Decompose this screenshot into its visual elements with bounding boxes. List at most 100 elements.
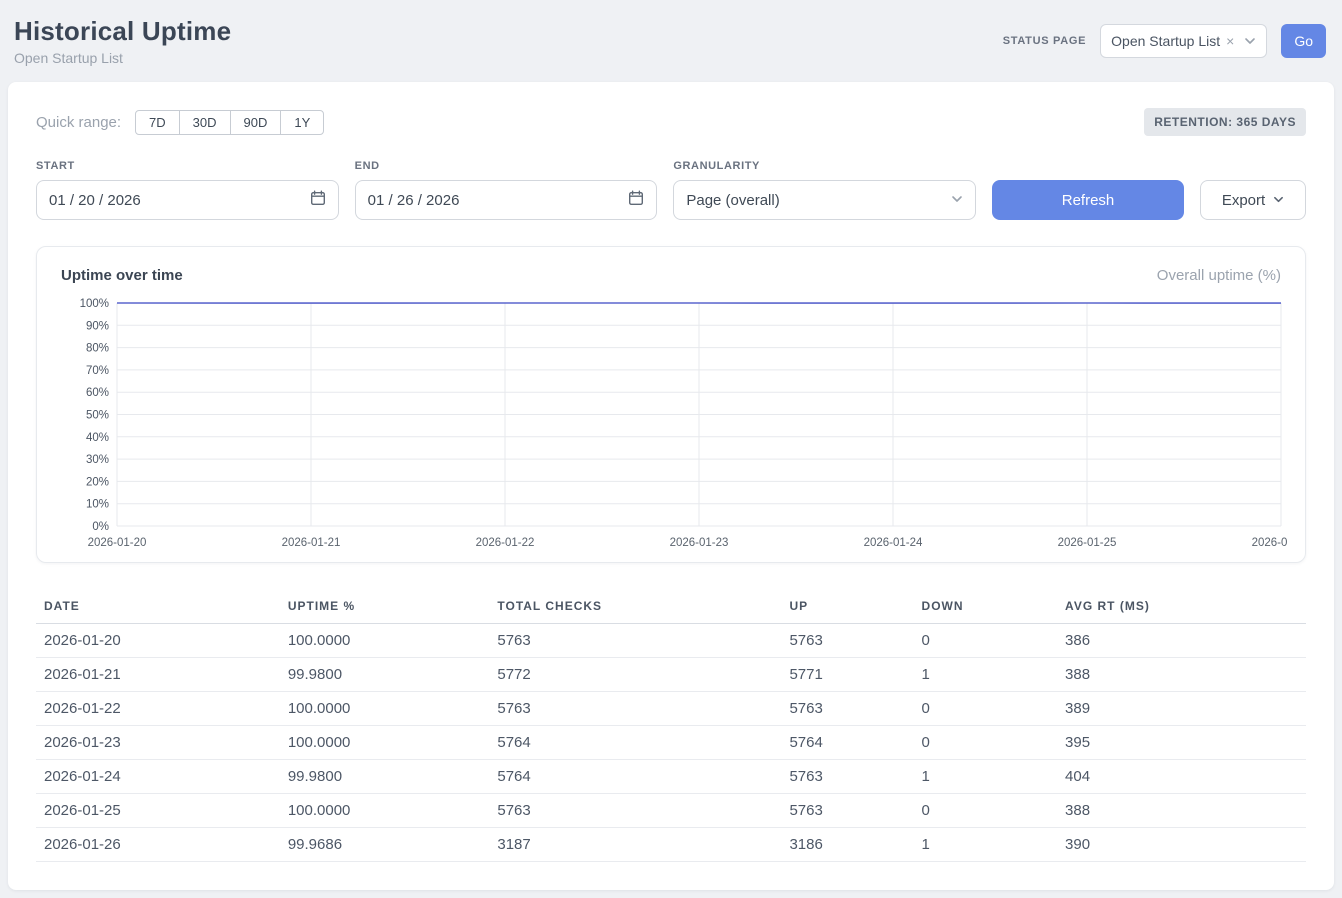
table-cell: 388 bbox=[1057, 794, 1306, 828]
calendar-icon[interactable] bbox=[628, 190, 644, 210]
table-cell: 5763 bbox=[781, 624, 913, 658]
chart-legend: Overall uptime (%) bbox=[1157, 267, 1281, 284]
quick-range-label: Quick range: bbox=[36, 114, 121, 131]
svg-text:2026-01-22: 2026-01-22 bbox=[476, 537, 535, 549]
topbar: Historical Uptime Open Startup List STAT… bbox=[8, 8, 1334, 82]
svg-text:2026-01-24: 2026-01-24 bbox=[864, 537, 923, 549]
chart-card: Uptime over time Overall uptime (%) 0%10… bbox=[36, 246, 1306, 563]
table-cell: 2026-01-25 bbox=[36, 794, 280, 828]
table-cell: 388 bbox=[1057, 658, 1306, 692]
granularity-field: GRANULARITY Page (overall) bbox=[673, 160, 976, 220]
refresh-button[interactable]: Refresh bbox=[992, 180, 1184, 220]
svg-text:60%: 60% bbox=[86, 387, 109, 399]
table-row: 2026-01-23100.0000576457640395 bbox=[36, 726, 1306, 760]
table-cell: 386 bbox=[1057, 624, 1306, 658]
page-title: Historical Uptime bbox=[14, 16, 231, 47]
table-cell: 2026-01-22 bbox=[36, 692, 280, 726]
table-cell: 5763 bbox=[781, 760, 913, 794]
end-date-value: 01 / 26 / 2026 bbox=[368, 192, 460, 209]
table-cell: 5763 bbox=[489, 692, 781, 726]
svg-text:2026-01-21: 2026-01-21 bbox=[282, 537, 341, 549]
svg-text:80%: 80% bbox=[86, 343, 109, 355]
quick-range-30d-button[interactable]: 30D bbox=[179, 110, 231, 135]
chart-header: Uptime over time Overall uptime (%) bbox=[55, 263, 1287, 296]
table-cell: 5763 bbox=[781, 692, 913, 726]
table-cell: 2026-01-24 bbox=[36, 760, 280, 794]
start-date-field: START 01 / 20 / 2026 bbox=[36, 160, 339, 220]
status-page-controls: STATUS PAGE Open Startup List × Go bbox=[1003, 24, 1326, 58]
quick-range-7d-button[interactable]: 7D bbox=[135, 110, 180, 135]
table-cell: 100.0000 bbox=[280, 794, 490, 828]
table-header-row: DATEUPTIME %TOTAL CHECKSUPDOWNAVG RT (MS… bbox=[36, 589, 1306, 624]
quick-range-row: Quick range: 7D30D90D1Y RETENTION: 365 D… bbox=[36, 108, 1306, 136]
table-cell: 99.9800 bbox=[280, 658, 490, 692]
svg-text:70%: 70% bbox=[86, 365, 109, 377]
clear-selection-icon[interactable]: × bbox=[1226, 34, 1234, 48]
table-cell: 1 bbox=[914, 658, 1058, 692]
table-cell: 5763 bbox=[489, 794, 781, 828]
svg-text:2026-01-20: 2026-01-20 bbox=[88, 537, 147, 549]
granularity-label: GRANULARITY bbox=[673, 160, 976, 172]
end-date-input[interactable]: 01 / 26 / 2026 bbox=[355, 180, 658, 220]
table-cell: 2026-01-23 bbox=[36, 726, 280, 760]
table-cell: 0 bbox=[914, 726, 1058, 760]
table-cell: 395 bbox=[1057, 726, 1306, 760]
go-button[interactable]: Go bbox=[1281, 24, 1326, 58]
end-date-label: END bbox=[355, 160, 658, 172]
column-header: TOTAL CHECKS bbox=[489, 589, 781, 624]
chevron-down-icon bbox=[1244, 35, 1256, 47]
table-cell: 5772 bbox=[489, 658, 781, 692]
start-date-label: START bbox=[36, 160, 339, 172]
column-header: UP bbox=[781, 589, 913, 624]
table-cell: 99.9686 bbox=[280, 828, 490, 862]
table-row: 2026-01-2199.9800577257711388 bbox=[36, 658, 1306, 692]
table-cell: 2026-01-21 bbox=[36, 658, 280, 692]
svg-text:2026-01-25: 2026-01-25 bbox=[1058, 537, 1117, 549]
table-cell: 1 bbox=[914, 828, 1058, 862]
svg-text:40%: 40% bbox=[86, 432, 109, 444]
table-cell: 100.0000 bbox=[280, 692, 490, 726]
table-row: 2026-01-25100.0000576357630388 bbox=[36, 794, 1306, 828]
export-button[interactable]: Export bbox=[1200, 180, 1306, 220]
granularity-select[interactable]: Page (overall) bbox=[673, 180, 976, 220]
chevron-down-icon bbox=[951, 192, 963, 209]
table-cell: 99.9800 bbox=[280, 760, 490, 794]
table-row: 2026-01-2499.9800576457631404 bbox=[36, 760, 1306, 794]
table-row: 2026-01-20100.0000576357630386 bbox=[36, 624, 1306, 658]
quick-range-wrap: Quick range: 7D30D90D1Y bbox=[36, 110, 324, 135]
page: Historical Uptime Open Startup List STAT… bbox=[0, 0, 1342, 898]
table-cell: 389 bbox=[1057, 692, 1306, 726]
table-cell: 3186 bbox=[781, 828, 913, 862]
status-page-select[interactable]: Open Startup List × bbox=[1100, 24, 1267, 58]
quick-range-90d-button[interactable]: 90D bbox=[230, 110, 282, 135]
end-date-field: END 01 / 26 / 2026 bbox=[355, 160, 658, 220]
table-cell: 404 bbox=[1057, 760, 1306, 794]
svg-text:20%: 20% bbox=[86, 476, 109, 488]
table-row: 2026-01-2699.9686318731861390 bbox=[36, 828, 1306, 862]
table-cell: 5764 bbox=[489, 726, 781, 760]
table-cell: 390 bbox=[1057, 828, 1306, 862]
uptime-table: DATEUPTIME %TOTAL CHECKSUPDOWNAVG RT (MS… bbox=[36, 589, 1306, 862]
start-date-input[interactable]: 01 / 20 / 2026 bbox=[36, 180, 339, 220]
chevron-down-icon bbox=[1273, 192, 1284, 209]
export-label: Export bbox=[1222, 192, 1265, 209]
uptime-chart: 0%10%20%30%40%50%60%70%80%90%100%2026-01… bbox=[55, 296, 1287, 554]
table-cell: 5764 bbox=[781, 726, 913, 760]
retention-badge: RETENTION: 365 DAYS bbox=[1144, 108, 1306, 136]
table-cell: 5771 bbox=[781, 658, 913, 692]
table-cell: 5763 bbox=[781, 794, 913, 828]
svg-text:30%: 30% bbox=[86, 454, 109, 466]
start-date-value: 01 / 20 / 2026 bbox=[49, 192, 141, 209]
quick-range-group: 7D30D90D1Y bbox=[135, 110, 324, 135]
column-header: DATE bbox=[36, 589, 280, 624]
calendar-icon[interactable] bbox=[310, 190, 326, 210]
granularity-value: Page (overall) bbox=[686, 192, 779, 209]
svg-text:90%: 90% bbox=[86, 320, 109, 332]
table-cell: 2026-01-26 bbox=[36, 828, 280, 862]
quick-range-1y-button[interactable]: 1Y bbox=[280, 110, 324, 135]
table-cell: 0 bbox=[914, 624, 1058, 658]
table-body: 2026-01-20100.00005763576303862026-01-21… bbox=[36, 624, 1306, 862]
chart-title: Uptime over time bbox=[61, 267, 183, 284]
column-header: UPTIME % bbox=[280, 589, 490, 624]
table-cell: 1 bbox=[914, 760, 1058, 794]
